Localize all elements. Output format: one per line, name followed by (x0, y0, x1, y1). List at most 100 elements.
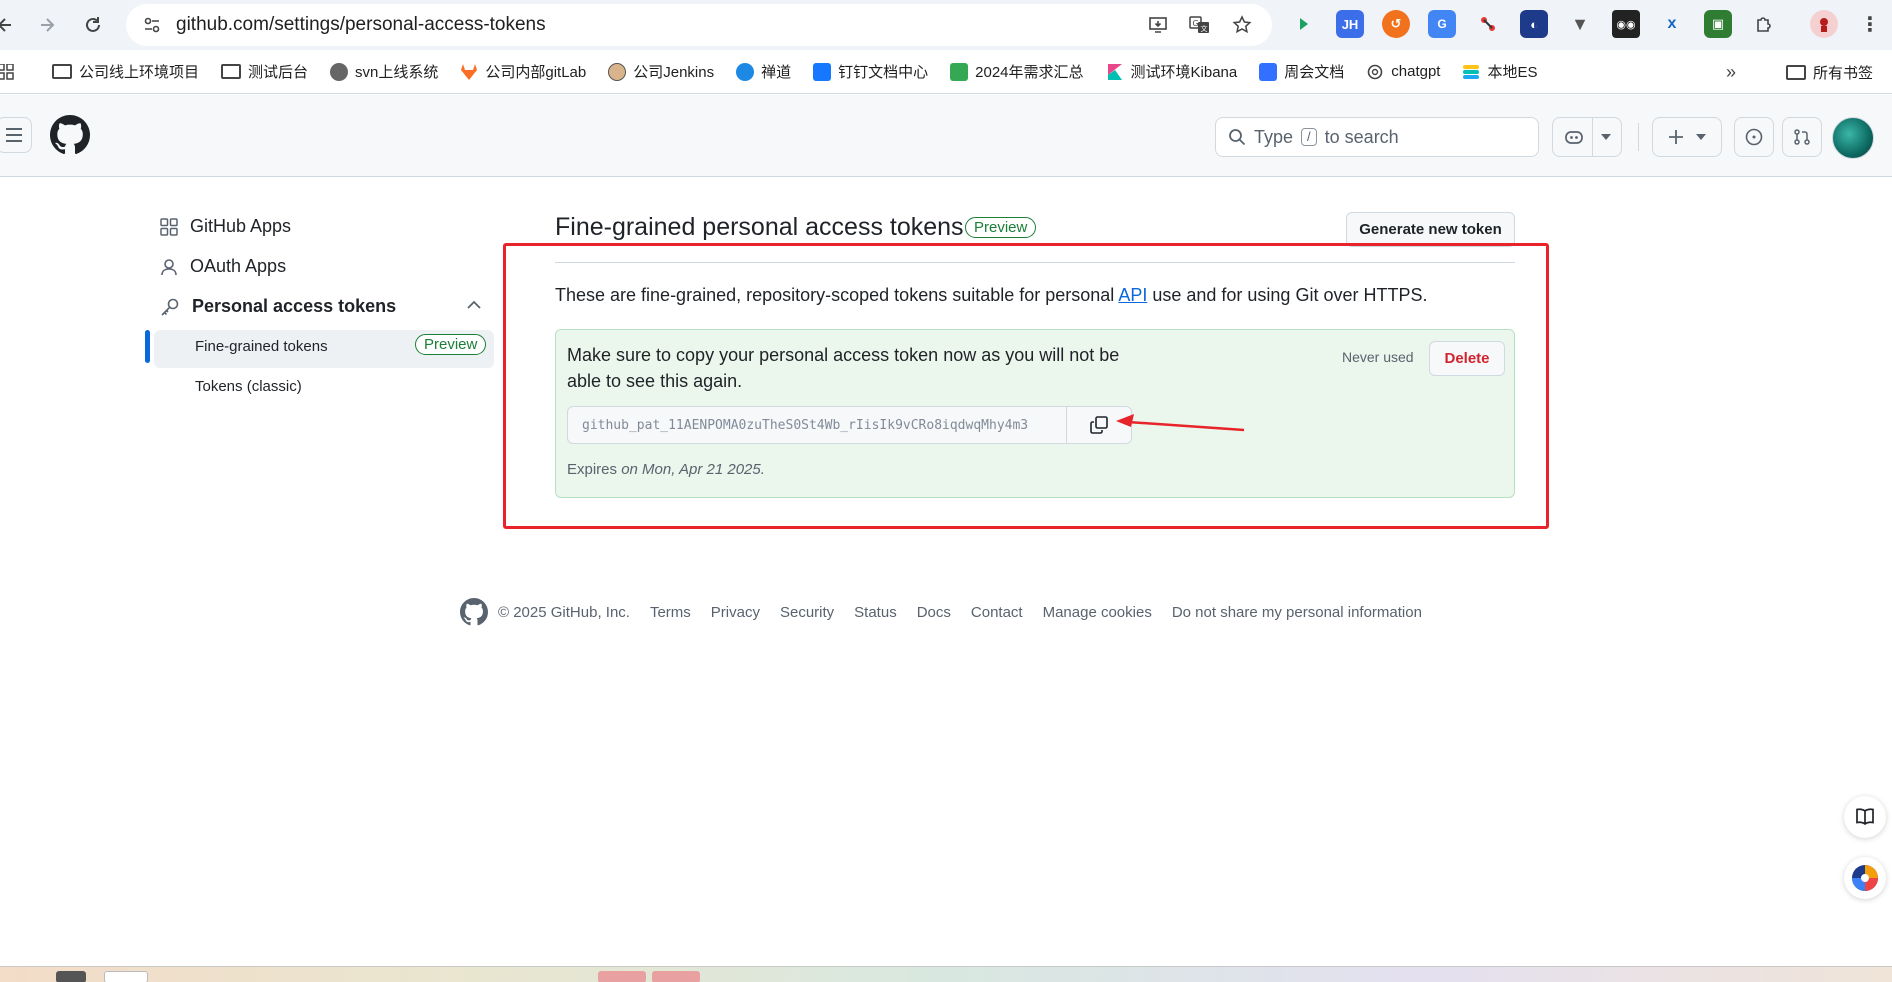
taskbar-item[interactable] (56, 971, 86, 982)
api-link[interactable]: API (1118, 285, 1147, 305)
page-footer: © 2025 GitHub, Inc. Terms Privacy Securi… (460, 598, 1442, 626)
taskbar-item[interactable] (598, 971, 646, 982)
bookmark-star-icon[interactable] (1230, 13, 1254, 37)
copy-token-warning: Make sure to copy your personal access t… (567, 345, 1120, 391)
github-header: Type / to search (0, 95, 1892, 177)
user-avatar[interactable] (1832, 117, 1874, 159)
github-logo-icon[interactable] (50, 115, 90, 160)
description-text-pre: These are fine-grained, repository-scope… (555, 285, 1119, 305)
taskbar-item[interactable] (104, 971, 148, 982)
search-input[interactable]: Type / to search (1215, 117, 1539, 157)
folder-icon (52, 64, 72, 79)
bookmark-item[interactable]: 禅道 (736, 61, 791, 82)
extension-x-icon[interactable]: x (1658, 10, 1686, 38)
expires-date: on Mon, Apr 21 2025. (621, 461, 765, 478)
apps-grid-icon[interactable] (0, 62, 14, 80)
reload-icon[interactable] (80, 12, 106, 38)
title-preview-badge: Preview (965, 217, 1037, 238)
description-text-post: use and for using Git over HTTPS. (1147, 285, 1428, 305)
reading-mode-button[interactable] (1844, 796, 1886, 838)
delete-token-button[interactable]: Delete (1429, 341, 1505, 376)
bookmark-item[interactable]: 2024年需求汇总 (950, 61, 1084, 82)
extension-mask-icon[interactable]: ◉◉ (1612, 10, 1640, 38)
bookmark-item[interactable]: 公司线上环境项目 (52, 61, 199, 82)
footer-link-status[interactable]: Status (854, 604, 897, 621)
folder-icon (221, 64, 242, 79)
extensions-puzzle-icon[interactable] (1750, 10, 1778, 38)
extension-translate-icon[interactable]: G (1428, 10, 1456, 38)
bookmark-item[interactable]: 公司Jenkins (608, 61, 714, 82)
footer-link-security[interactable]: Security (780, 604, 834, 621)
bookmark-label: 禅道 (761, 64, 792, 81)
dingtalk-icon (813, 62, 832, 81)
sidebar-subitem-label[interactable]: Fine-grained tokens (195, 338, 328, 355)
person-icon (161, 258, 177, 275)
hamburger-menu-button[interactable] (0, 117, 32, 153)
all-bookmarks-label: 所有书签 (1813, 65, 1874, 82)
gitlab-icon (460, 63, 478, 81)
extension-orange-icon[interactable]: ↺ (1382, 10, 1410, 38)
extension-v-icon[interactable]: ▼ (1566, 10, 1594, 38)
book-icon (1856, 808, 1874, 826)
pull-request-icon (1794, 129, 1810, 145)
key-icon (161, 298, 179, 316)
forward-icon[interactable] (34, 12, 60, 38)
bookmark-item[interactable]: 测试后台 (221, 61, 308, 82)
translate-icon[interactable]: G文 (1188, 13, 1212, 37)
extension-blue-icon[interactable]: ◐ (1520, 10, 1548, 38)
browser-toolbar: github.com/settings/personal-access-toke… (0, 0, 1892, 50)
bookmark-item[interactable]: chatgpt (1366, 63, 1440, 81)
address-bar[interactable]: github.com/settings/personal-access-toke… (126, 4, 1272, 46)
create-new-button[interactable] (1652, 117, 1722, 157)
browser-menu-icon[interactable]: ⋮ (1856, 10, 1884, 38)
pull-requests-button[interactable] (1782, 117, 1822, 157)
taskbar-item[interactable] (652, 971, 700, 982)
footer-link-privacy[interactable]: Privacy (711, 604, 760, 621)
bookmark-label: 2024年需求汇总 (975, 64, 1084, 81)
footer-link-terms[interactable]: Terms (650, 604, 691, 621)
divider (555, 262, 1515, 263)
footer-link-do-not-share[interactable]: Do not share my personal information (1172, 604, 1422, 621)
bookmark-label: 本地ES (1487, 64, 1538, 81)
annotation-arrow (1116, 414, 1245, 432)
new-token-panel: Make sure to copy your personal access t… (555, 329, 1515, 498)
profile-avatar-icon[interactable] (1810, 10, 1838, 38)
token-field: github_pat_11AENPOMA0zuTheS0St4Wb_rIisIk… (567, 406, 1132, 444)
url-text[interactable]: github.com/settings/personal-access-toke… (176, 14, 546, 36)
bookmark-item[interactable]: 测试环境Kibana (1106, 61, 1237, 82)
generate-new-token-button[interactable]: Generate new token (1346, 212, 1515, 247)
more-bookmarks-icon[interactable]: » (1726, 62, 1736, 83)
sidebar-item-github-apps[interactable]: GitHub Apps (160, 216, 291, 237)
sidebar-item-personal-access-tokens[interactable]: Personal access tokens (160, 296, 396, 317)
github-footer-logo-icon[interactable] (460, 598, 488, 626)
doc-icon (1259, 62, 1278, 81)
bookmark-item[interactable]: 周会文档 (1259, 61, 1344, 82)
kibana-icon (1106, 63, 1124, 81)
extension-jh-icon[interactable]: JH (1336, 10, 1364, 38)
chevron-up-icon[interactable] (467, 300, 481, 309)
extension-red-icon[interactable] (1474, 10, 1502, 38)
install-app-icon[interactable] (1146, 13, 1170, 37)
token-value[interactable]: github_pat_11AENPOMA0zuTheS0St4Wb_rIisIk… (568, 418, 1066, 433)
extension-green-icon[interactable] (1290, 10, 1318, 38)
all-bookmarks-button[interactable]: 所有书签 (1786, 62, 1873, 83)
sidebar-subitem-tokens-classic[interactable]: Tokens (classic) (195, 378, 302, 395)
assistant-extension-button[interactable] (1844, 857, 1886, 899)
sidebar-item-oauth-apps[interactable]: OAuth Apps (160, 256, 286, 277)
footer-link-manage-cookies[interactable]: Manage cookies (1043, 604, 1152, 621)
footer-link-contact[interactable]: Contact (971, 604, 1023, 621)
site-settings-icon[interactable] (132, 5, 172, 45)
bookmark-item[interactable]: 钉钉文档中心 (813, 61, 928, 82)
back-icon[interactable] (0, 12, 18, 38)
bookmark-item[interactable]: svn上线系统 (330, 61, 438, 82)
copilot-button[interactable] (1552, 117, 1622, 157)
issues-button[interactable] (1734, 117, 1774, 157)
extension-green-box-icon[interactable]: ▣ (1704, 10, 1732, 38)
svn-icon (330, 62, 349, 81)
hamburger-icon (6, 128, 22, 142)
sheet-icon (950, 62, 969, 81)
bookmark-item[interactable]: 本地ES (1462, 61, 1538, 82)
bookmark-label: 钉钉文档中心 (838, 64, 929, 81)
bookmark-item[interactable]: 公司内部gitLab (460, 61, 586, 82)
footer-link-docs[interactable]: Docs (917, 604, 951, 621)
